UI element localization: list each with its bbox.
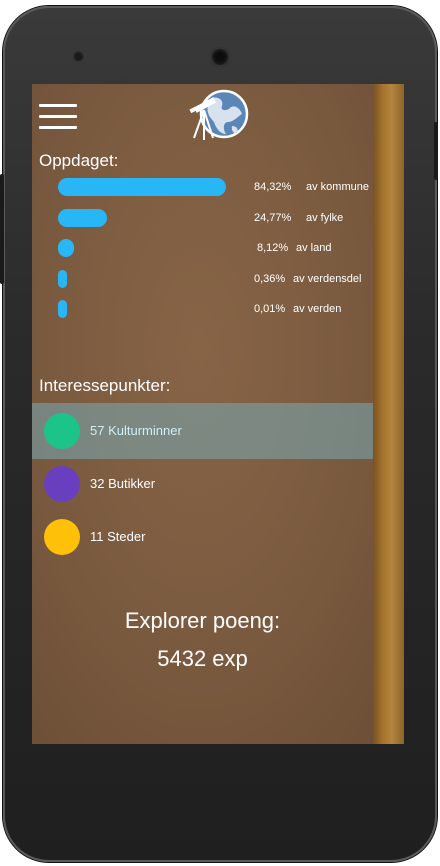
progress-bar	[58, 178, 226, 196]
poi-list-item[interactable]: 57 Kulturminner	[32, 403, 373, 459]
explorer-score-value: 5432 exp	[157, 646, 248, 671]
progress-bar	[58, 209, 107, 227]
discovered-row: 8,12% av land	[58, 239, 378, 259]
power-button	[0, 174, 4, 284]
discovered-percent: 0,01%	[254, 303, 286, 315]
discovered-label: av kommune	[306, 181, 369, 193]
discovered-row: 24,77% av fylke	[58, 209, 378, 229]
volume-button	[434, 122, 438, 180]
telescope-globe-logo-icon	[189, 89, 249, 140]
discovered-percent: 84,32%	[254, 181, 292, 193]
discovered-percent: 0,36%	[254, 273, 286, 285]
hamburger-menu-icon[interactable]	[39, 104, 77, 130]
poi-label: 57 Kulturminner	[90, 423, 182, 438]
discovered-percent: 8,12%	[257, 242, 289, 254]
discovered-row: 84,32% av kommune	[58, 178, 378, 198]
poi-category-dot-icon	[44, 519, 80, 555]
explorer-score-title: Explorer poeng:	[124, 608, 281, 633]
progress-bar	[58, 270, 67, 288]
discovered-percent: 24,77%	[254, 212, 292, 224]
poi-category-dot-icon	[44, 413, 80, 449]
discovered-label: av verden	[293, 303, 342, 315]
poi-label: 32 Butikker	[90, 476, 156, 491]
discovered-title: Oppdaget:	[39, 151, 119, 170]
progress-bar	[58, 239, 74, 257]
app-screen: Oppdaget: 84,32% av kommune 24,77% av fylke…	[32, 84, 404, 744]
poi-label: 11 Steder	[90, 529, 146, 544]
discovered-label: av verdensdel	[293, 273, 362, 285]
progress-bar	[58, 300, 67, 318]
discovered-row: 0,01% av verden	[58, 300, 378, 320]
discovered-label: av land	[296, 242, 332, 254]
poi-list-item[interactable]: 32 Butikker	[32, 456, 373, 512]
discovered-label: av fylke	[306, 212, 344, 224]
poi-list-item[interactable]: 11 Steder	[32, 509, 373, 565]
earpiece-speaker-icon	[210, 47, 230, 67]
poi-category-dot-icon	[44, 466, 80, 502]
discovered-row: 0,36% av verdensdel	[58, 270, 378, 290]
poi-title: Interessepunkter:	[39, 376, 171, 395]
front-camera-icon	[73, 51, 84, 62]
